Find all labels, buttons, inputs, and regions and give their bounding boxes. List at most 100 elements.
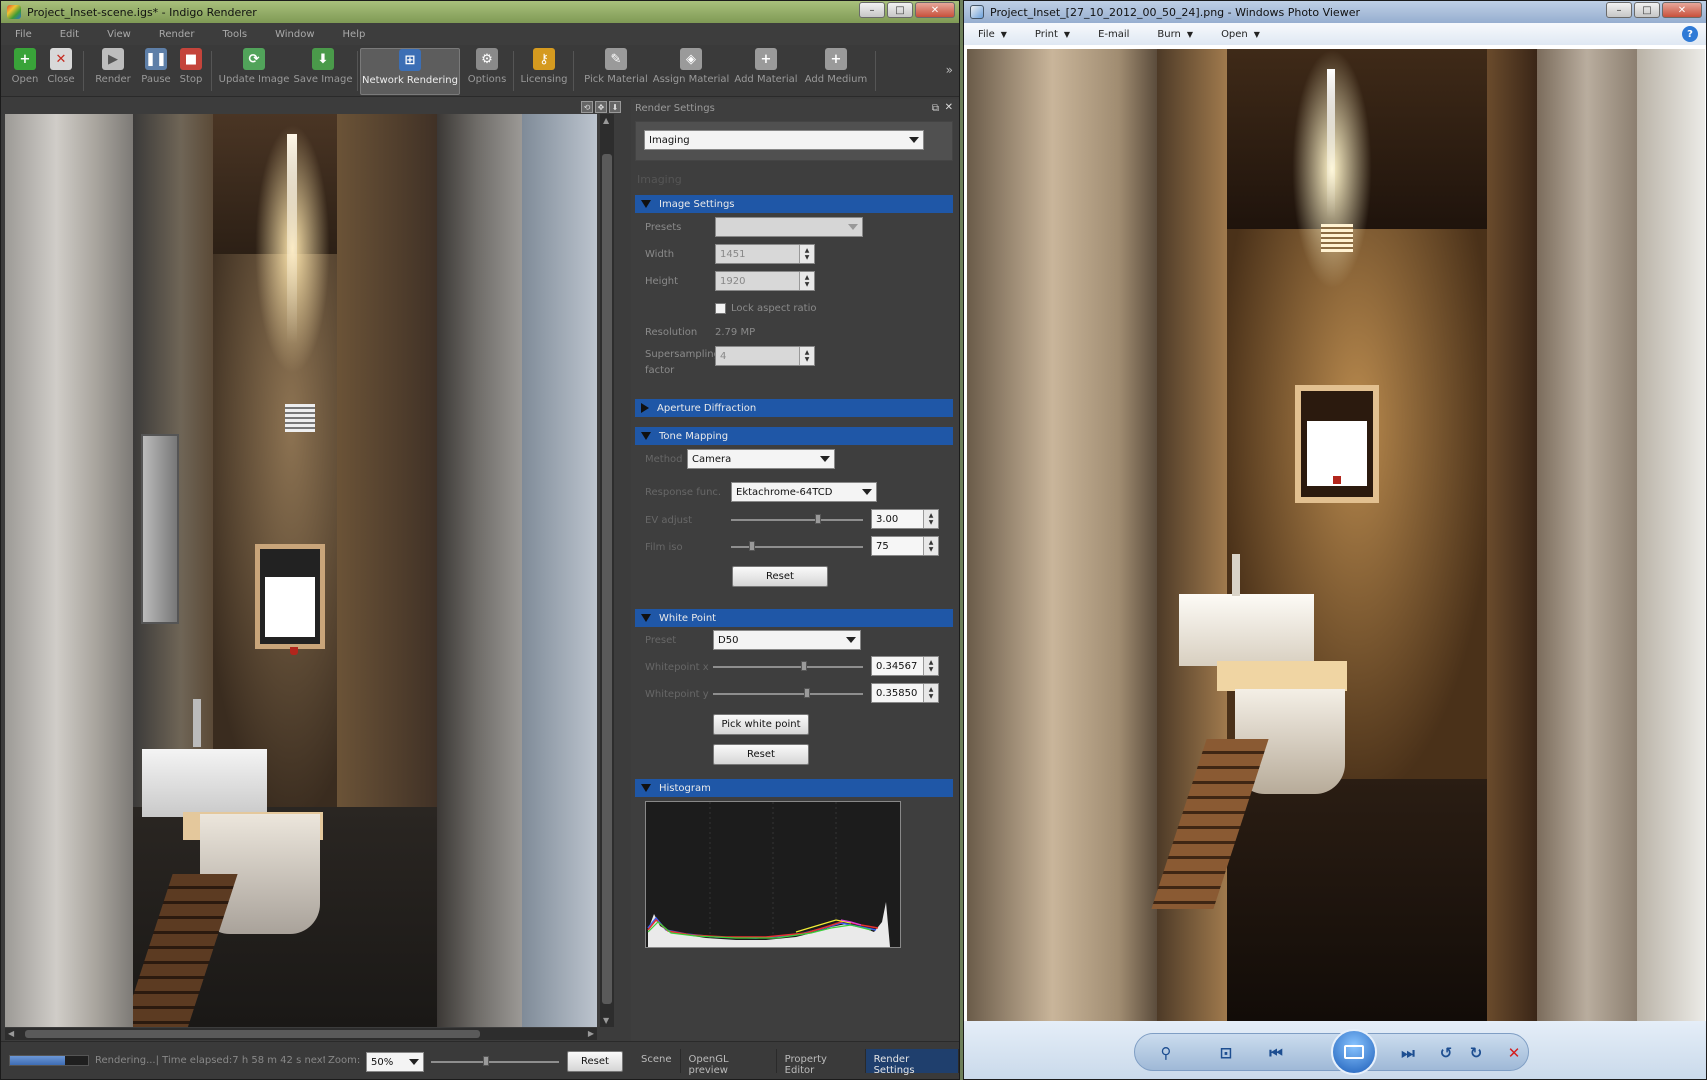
delete-icon[interactable]: ✕ [1503,1042,1525,1064]
scroll-down-icon[interactable]: ▼ [603,1016,609,1025]
section-image-settings[interactable]: Image Settings [635,195,953,213]
viewer-menu-burn[interactable]: Burn ▼ [1157,29,1193,40]
close-window-button[interactable]: ✕ [915,2,955,18]
wp-y-slider-track[interactable] [713,693,863,695]
category-select[interactable]: Imaging [644,130,924,150]
update-image-button[interactable]: ⟳ Update Image [219,48,289,95]
response-select[interactable]: Ektachrome-64TCD [731,482,877,502]
viewer-titlebar: Project_Inset_[27_10_2012_00_50_24].png … [964,1,1706,23]
wp-x-field[interactable]: 0.34567 ▲ ▼ [871,656,939,676]
viewer-maximize-button[interactable]: □ [1634,2,1660,18]
ev-field[interactable]: 3.00 ▲ ▼ [871,509,939,529]
supersampling-field[interactable]: 4 ▲ ▼ [715,346,815,366]
scroll-right-icon[interactable]: ▶ [588,1029,594,1038]
menu-render[interactable]: Render [159,29,195,40]
render-status-text: Rendering...| Time elapsed:7 h 58 m 42 s… [95,1055,325,1066]
next-icon[interactable]: ⏭ [1397,1042,1419,1064]
panel-close-icon[interactable]: ✕ [945,102,953,113]
menu-edit[interactable]: Edit [60,29,79,40]
wp-y-field[interactable]: 0.35850 ▲ ▼ [871,683,939,703]
menu-file[interactable]: File [15,29,32,40]
slideshow-button[interactable] [1331,1029,1377,1075]
bucket-icon: ◈ [680,48,702,70]
licensing-button[interactable]: ⚷ Licensing [521,48,568,95]
undock-icon[interactable]: ⧉ [932,103,939,114]
pick-material-button[interactable]: ✎ Pick Material [584,48,648,95]
lock-aspect-checkbox[interactable] [715,303,726,314]
save-image-button[interactable]: ⬇ Save Image [293,48,353,95]
render-button[interactable]: ▶ Render [93,48,133,95]
tab-property-editor[interactable]: Property Editor [777,1049,866,1076]
menu-window[interactable]: Window [275,29,314,40]
tab-opengl-preview[interactable]: OpenGL preview [681,1049,777,1076]
save-view-icon[interactable]: ⬇ [609,101,621,113]
zoom-slider-track[interactable] [431,1061,559,1063]
menu-tools[interactable]: Tools [222,29,247,40]
wp-y-label: Whitepoint y [645,689,709,700]
ev-slider-handle[interactable] [815,514,821,524]
section-tone-mapping[interactable]: Tone Mapping [635,427,953,445]
section-white-point[interactable]: White Point [635,609,953,627]
height-field[interactable]: 1920 ▲ ▼ [715,271,815,291]
method-select[interactable]: Camera [687,449,835,469]
move-view-icon[interactable]: ✥ [595,101,607,113]
menu-help[interactable]: Help [343,29,366,40]
add-material-button[interactable]: + Add Material [734,48,798,95]
wp-x-slider-track[interactable] [713,666,863,668]
section-histogram[interactable]: Histogram [635,779,953,797]
toolbar-overflow-button[interactable]: » [946,63,953,77]
close-button[interactable]: ✕ Close [47,48,75,95]
rotate-left-icon[interactable]: ↺ [1435,1042,1457,1064]
open-button[interactable]: + Open [11,48,39,95]
options-button[interactable]: ⚙ Options [467,48,507,95]
fit-view-icon[interactable]: ⟲ [581,101,593,113]
section-aperture-diffraction[interactable]: Aperture Diffraction [635,399,953,417]
scroll-up-icon[interactable]: ▲ [603,116,609,125]
assign-material-button[interactable]: ◈ Assign Material [653,48,729,95]
viewer-menu-print[interactable]: Print ▼ [1035,29,1070,40]
wp-x-slider-handle[interactable] [801,661,807,671]
previous-icon[interactable]: ⏮ [1265,1042,1287,1064]
wp-preset-select[interactable]: D50 [713,630,861,650]
viewer-minimize-button[interactable]: – [1606,2,1632,18]
ev-slider-track[interactable] [731,519,863,521]
viewer-close-button[interactable]: ✕ [1662,2,1702,18]
zoom-icon[interactable]: ⚲ [1155,1042,1177,1064]
zoom-slider-handle[interactable] [483,1056,489,1066]
wp-y-slider-handle[interactable] [804,688,810,698]
help-icon[interactable]: ? [1682,26,1698,42]
stop-button[interactable]: ■ Stop [177,48,205,95]
film-slider-handle[interactable] [749,541,755,551]
collapse-icon [641,784,651,792]
tab-scene[interactable]: Scene [633,1049,681,1073]
width-field[interactable]: 1451 ▲ ▼ [715,244,815,264]
film-iso-field[interactable]: 75 ▲ ▼ [871,536,939,556]
vertical-scrollbar[interactable]: ▲ ▼ [600,114,614,1027]
render-settings-title: Render Settings [635,103,715,114]
rotate-right-icon[interactable]: ↻ [1465,1042,1487,1064]
menu-view[interactable]: View [107,29,131,40]
zoom-select[interactable]: 50% [366,1052,424,1072]
pick-white-point-button[interactable]: Pick white point [713,714,809,735]
zoom-reset-button[interactable]: Reset [567,1051,623,1072]
scroll-left-icon[interactable]: ◀ [8,1029,14,1038]
minimize-button[interactable]: – [859,2,885,18]
viewer-menu-file[interactable]: File ▼ [978,29,1007,40]
viewer-menu-email[interactable]: E-mail [1098,29,1129,40]
actual-size-icon[interactable]: ⊡ [1215,1042,1237,1064]
tab-render-settings[interactable]: Render Settings [865,1049,959,1076]
pause-button[interactable]: ❚❚ Pause [141,48,171,95]
add-medium-button[interactable]: + Add Medium [805,48,867,95]
viewer-image [967,49,1705,1021]
render-viewport[interactable] [5,114,597,1027]
horizontal-scrollbar[interactable]: ◀ ▶ [5,1028,597,1040]
wp-reset-button[interactable]: Reset [713,744,809,765]
tone-reset-button[interactable]: Reset [732,566,828,587]
viewer-menu-open[interactable]: Open ▼ [1221,29,1260,40]
presets-select[interactable] [715,217,863,237]
maximize-button[interactable]: □ [887,2,913,18]
save-icon: ⬇ [312,48,334,70]
render-progress-bar [9,1055,89,1066]
network-rendering-button[interactable]: ⊞ Network Rendering [360,48,460,95]
stop-icon: ■ [180,48,202,70]
